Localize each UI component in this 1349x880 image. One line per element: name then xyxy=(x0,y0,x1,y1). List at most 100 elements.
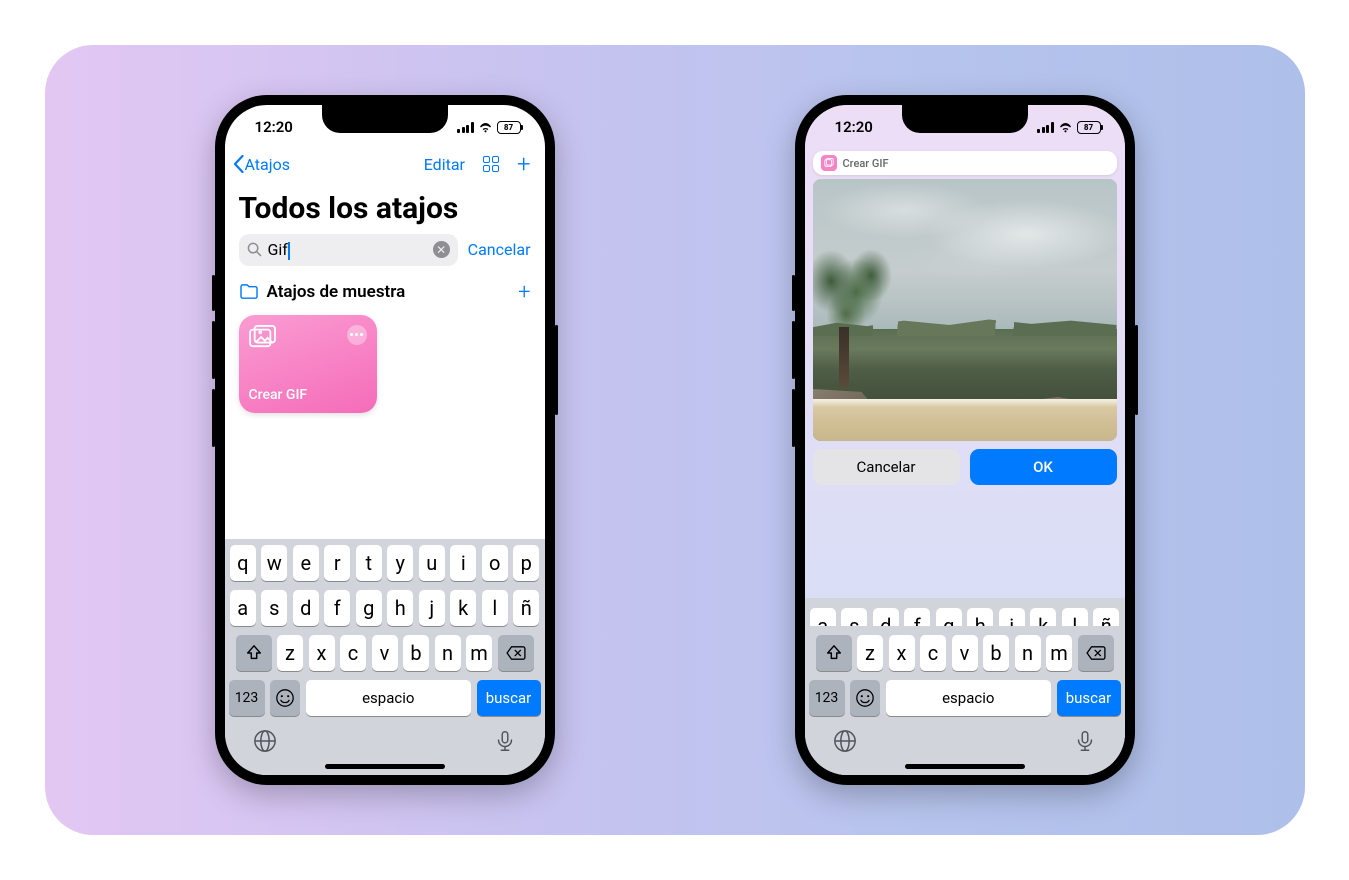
volume-up xyxy=(792,321,795,379)
cancel-button[interactable]: Cancelar xyxy=(813,449,960,485)
battery-icon: 87 xyxy=(497,121,521,134)
nav-bar: Atajos Editar + xyxy=(225,149,545,185)
search-key[interactable]: buscar xyxy=(1057,680,1121,716)
key-b[interactable]: b xyxy=(983,635,1009,671)
key-p[interactable]: p xyxy=(513,545,539,581)
key-y[interactable]: y xyxy=(387,545,413,581)
shift-key[interactable] xyxy=(236,635,272,671)
emoji-key[interactable] xyxy=(270,680,300,716)
notch xyxy=(322,105,448,133)
tile-menu-button[interactable] xyxy=(347,325,367,345)
result-header: Crear GIF xyxy=(813,151,1117,175)
key-s[interactable]: s xyxy=(261,590,287,626)
search-value: Gif xyxy=(268,240,427,260)
globe-icon[interactable] xyxy=(833,729,857,753)
key-q[interactable]: q xyxy=(230,545,256,581)
space-key[interactable]: espacio xyxy=(886,680,1052,716)
numeric-key[interactable]: 123 xyxy=(229,680,265,716)
folder-name: Atajos de muestra xyxy=(267,282,406,302)
backspace-key[interactable] xyxy=(498,635,534,671)
search-key[interactable]: buscar xyxy=(477,680,541,716)
key-g[interactable]: g xyxy=(356,590,382,626)
key-h[interactable]: h xyxy=(967,608,993,626)
key-l[interactable]: l xyxy=(1062,608,1088,626)
key-ñ[interactable]: ñ xyxy=(1093,608,1119,626)
shortcut-tile-crear-gif[interactable]: Crear GIF xyxy=(239,315,377,413)
key-x[interactable]: x xyxy=(309,635,335,671)
key-s[interactable]: s xyxy=(841,608,867,626)
status-time: 12:20 xyxy=(835,118,873,136)
key-f[interactable]: f xyxy=(324,590,350,626)
key-a[interactable]: a xyxy=(230,590,256,626)
key-v[interactable]: v xyxy=(952,635,978,671)
key-c[interactable]: c xyxy=(920,635,946,671)
key-n[interactable]: n xyxy=(435,635,461,671)
key-r[interactable]: r xyxy=(324,545,350,581)
key-j[interactable]: j xyxy=(419,590,445,626)
shortcut-glyph-icon xyxy=(821,155,837,171)
key-m[interactable]: m xyxy=(1046,635,1072,671)
keyboard: asdfghjklñ zxcvbnm 123 espacio buscar xyxy=(805,598,1125,775)
cancel-search-button[interactable]: Cancelar xyxy=(468,240,531,259)
battery-icon: 87 xyxy=(1077,121,1101,134)
volume-down xyxy=(792,389,795,447)
key-m[interactable]: m xyxy=(466,635,492,671)
key-d[interactable]: d xyxy=(873,608,899,626)
key-n[interactable]: n xyxy=(1015,635,1041,671)
key-w[interactable]: w xyxy=(261,545,287,581)
globe-icon[interactable] xyxy=(253,729,277,753)
key-k[interactable]: k xyxy=(450,590,476,626)
dictation-icon[interactable] xyxy=(493,729,517,753)
power-button xyxy=(555,325,558,415)
backspace-key[interactable] xyxy=(1078,635,1114,671)
key-d[interactable]: d xyxy=(293,590,319,626)
key-c[interactable]: c xyxy=(340,635,366,671)
key-e[interactable]: e xyxy=(293,545,319,581)
key-v[interactable]: v xyxy=(372,635,398,671)
gif-preview-image xyxy=(813,179,1117,441)
key-o[interactable]: o xyxy=(482,545,508,581)
keyboard: qwertyuiop asdfghjklñ zxcvbnm 123 espaci… xyxy=(225,539,545,775)
back-label: Atajos xyxy=(245,155,290,174)
key-b[interactable]: b xyxy=(403,635,429,671)
edit-button[interactable]: Editar xyxy=(424,155,465,174)
space-key[interactable]: espacio xyxy=(306,680,472,716)
key-ñ[interactable]: ñ xyxy=(513,590,539,626)
emoji-key[interactable] xyxy=(850,680,880,716)
cellular-icon xyxy=(457,122,474,133)
add-shortcut-button[interactable]: + xyxy=(517,154,531,174)
folder-add-button[interactable]: + xyxy=(518,280,530,305)
key-t[interactable]: t xyxy=(356,545,382,581)
key-x[interactable]: x xyxy=(889,635,915,671)
iphone-mockup-left: 12:20 87 Atajos Editar + xyxy=(215,95,555,785)
key-h[interactable]: h xyxy=(387,590,413,626)
key-z[interactable]: z xyxy=(277,635,303,671)
key-j[interactable]: j xyxy=(999,608,1025,626)
key-f[interactable]: f xyxy=(904,608,930,626)
dictation-icon[interactable] xyxy=(1073,729,1097,753)
key-i[interactable]: i xyxy=(450,545,476,581)
key-u[interactable]: u xyxy=(419,545,445,581)
back-button[interactable]: Atajos xyxy=(233,155,290,174)
ok-button[interactable]: OK xyxy=(970,449,1117,485)
folder-row[interactable]: Atajos de muestra + xyxy=(225,276,545,315)
volume-down xyxy=(212,389,215,447)
cellular-icon xyxy=(1037,122,1054,133)
key-l[interactable]: l xyxy=(482,590,508,626)
key-k[interactable]: k xyxy=(1030,608,1056,626)
home-indicator[interactable] xyxy=(325,764,445,769)
numeric-key[interactable]: 123 xyxy=(809,680,845,716)
search-input[interactable]: Gif ✕ xyxy=(239,234,458,266)
notch xyxy=(902,105,1028,133)
folder-icon xyxy=(239,284,259,300)
clear-search-button[interactable]: ✕ xyxy=(433,241,450,258)
key-g[interactable]: g xyxy=(936,608,962,626)
home-indicator[interactable] xyxy=(905,764,1025,769)
shift-key[interactable] xyxy=(816,635,852,671)
grid-view-icon[interactable] xyxy=(481,154,501,174)
page-title: Todos los atajos xyxy=(225,185,545,234)
tile-label: Crear GIF xyxy=(249,387,367,403)
key-z[interactable]: z xyxy=(857,635,883,671)
key-a[interactable]: a xyxy=(810,608,836,626)
mute-switch xyxy=(212,275,215,311)
